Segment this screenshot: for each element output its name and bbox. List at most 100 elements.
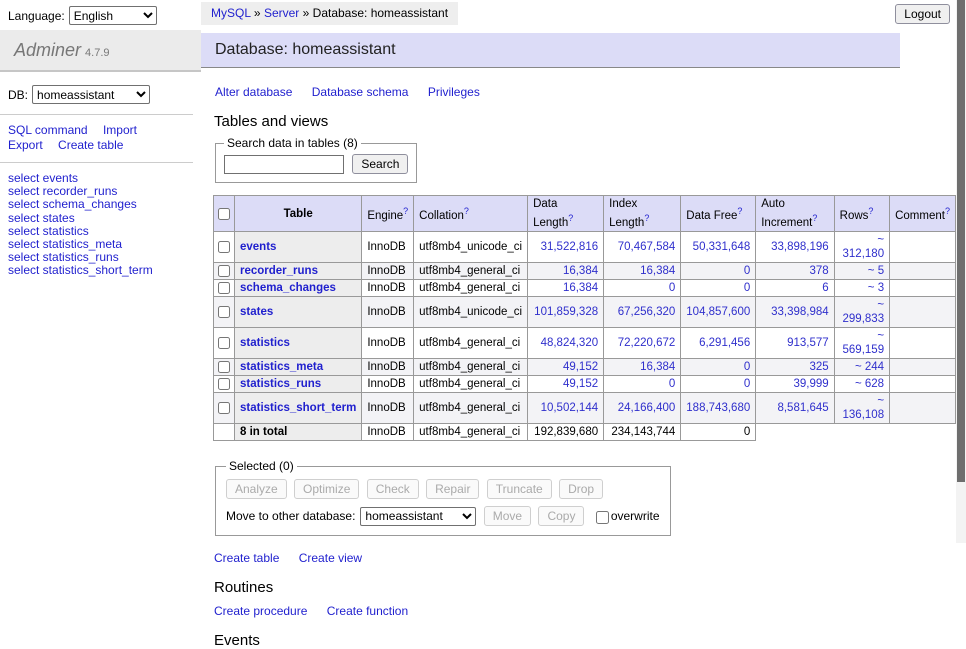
tables-overview-table: TableEngine?Collation?Data Length?Index … (213, 195, 956, 441)
cell-engine: InnoDB (362, 393, 414, 424)
col-header-table: Table (235, 196, 362, 232)
cell-rows: ~ 3 (834, 280, 889, 297)
row-checkbox[interactable] (218, 402, 230, 414)
help-link[interactable]: ? (403, 206, 408, 216)
table-row: schema_changesInnoDButf8mb4_general_ci16… (214, 280, 956, 297)
table-name-cell: statistics (235, 328, 362, 359)
sidebar-select-statistics-meta-link[interactable]: select statistics_meta (8, 237, 122, 251)
row-checkbox-cell (214, 328, 235, 359)
row-checkbox[interactable] (218, 241, 230, 253)
cell-data-free: 104,857,600 (681, 297, 756, 328)
help-link[interactable]: ? (644, 213, 649, 223)
sidebar-sql-command-link[interactable]: SQL command (8, 123, 88, 137)
sidebar-select-recorder-runs-link[interactable]: select recorder_runs (8, 184, 117, 198)
create-table-link[interactable]: Create table (214, 551, 279, 565)
row-checkbox[interactable] (218, 378, 230, 390)
help-link[interactable]: ? (737, 206, 742, 216)
row-checkbox-cell (214, 393, 235, 424)
row-checkbox-cell (214, 297, 235, 328)
select-all-checkbox[interactable] (218, 208, 230, 220)
sidebar-select-statistics-short-term-link[interactable]: select statistics_short_term (8, 263, 153, 277)
create-function-link[interactable]: Create function (327, 604, 408, 618)
cell-index-length: 72,220,672 (604, 328, 681, 359)
table-name-link[interactable]: schema_changes (240, 282, 336, 294)
cell-comment (890, 280, 956, 297)
table-name-link[interactable]: events (240, 241, 276, 253)
cell-comment (890, 376, 956, 393)
row-checkbox[interactable] (218, 282, 230, 294)
overwrite-checkbox[interactable] (596, 511, 609, 524)
table-name-link[interactable]: statistics_runs (240, 378, 321, 390)
row-checkbox[interactable] (218, 337, 230, 349)
search-fieldset: Search data in tables (8) Search (215, 136, 417, 183)
page-title: Database: homeassistant (201, 33, 900, 68)
database-schema-link[interactable]: Database schema (312, 85, 409, 99)
table-name-link[interactable]: states (240, 306, 273, 318)
cell-data-free: 188,743,680 (681, 393, 756, 424)
row-checkbox[interactable] (218, 306, 230, 318)
move-row: Move to other database: homeassistant Mo… (226, 506, 660, 526)
routines-heading: Routines (214, 579, 956, 596)
breadcrumb-mysql-link[interactable]: MySQL (211, 6, 251, 20)
cell-collation: utf8mb4_unicode_ci (414, 297, 528, 328)
vertical-scrollbar[interactable] (956, 0, 966, 543)
create-procedure-link[interactable]: Create procedure (214, 604, 307, 618)
sidebar-export-link[interactable]: Export (8, 138, 43, 152)
search-button[interactable]: Search (352, 154, 408, 174)
database-nav-links: Alter database Database schema Privilege… (215, 85, 956, 99)
scrollbar-thumb[interactable] (957, 0, 965, 482)
total-engine: InnoDB (362, 424, 414, 441)
row-checkbox[interactable] (218, 265, 230, 277)
search-legend: Search data in tables (8) (224, 136, 361, 150)
table-name-link[interactable]: statistics (240, 337, 290, 349)
main-content: MySQL » Server » Database: homeassistant… (201, 0, 956, 649)
help-link[interactable]: ? (568, 213, 573, 223)
sidebar-select-states-link[interactable]: select states (8, 211, 75, 225)
cell-data-length: 49,152 (528, 359, 604, 376)
sidebar-import-link[interactable]: Import (103, 123, 137, 137)
total-data-length: 192,839,680 (528, 424, 604, 441)
create-view-link[interactable]: Create view (299, 551, 362, 565)
cell-engine: InnoDB (362, 263, 414, 280)
drop-button: Drop (559, 479, 603, 499)
help-link[interactable]: ? (945, 206, 950, 216)
selected-legend: Selected (0) (226, 459, 297, 473)
cell-data-length: 16,384 (528, 263, 604, 280)
breadcrumb-server-link[interactable]: Server (264, 6, 299, 20)
cell-data-free: 50,331,648 (681, 232, 756, 263)
table-name-link[interactable]: recorder_runs (240, 265, 318, 277)
table-row: statistics_short_termInnoDButf8mb4_gener… (214, 393, 956, 424)
total-collation: utf8mb4_general_ci (414, 424, 528, 441)
sidebar-select-events-link[interactable]: select events (8, 171, 78, 185)
cell-rows: ~ 628 (834, 376, 889, 393)
move-db-select[interactable]: homeassistant (360, 507, 476, 526)
cell-auto-increment: 325 (756, 359, 834, 376)
cell-collation: utf8mb4_general_ci (414, 263, 528, 280)
table-name-link[interactable]: statistics_short_term (240, 402, 356, 414)
alter-database-link[interactable]: Alter database (215, 85, 292, 99)
select-all-cell (214, 196, 235, 232)
cell-comment (890, 393, 956, 424)
cell-collation: utf8mb4_unicode_ci (414, 232, 528, 263)
help-link[interactable]: ? (868, 206, 873, 216)
table-name-link[interactable]: statistics_meta (240, 361, 323, 373)
help-link[interactable]: ? (464, 206, 469, 216)
table-row: statistics_metaInnoDButf8mb4_general_ci4… (214, 359, 956, 376)
row-checkbox[interactable] (218, 361, 230, 373)
cell-engine: InnoDB (362, 297, 414, 328)
privileges-link[interactable]: Privileges (428, 85, 480, 99)
table-row: statesInnoDButf8mb4_unicode_ci101,859,32… (214, 297, 956, 328)
sidebar-select-statistics-link[interactable]: select statistics (8, 224, 89, 238)
search-input[interactable] (224, 155, 344, 174)
cell-comment (890, 232, 956, 263)
db-select[interactable]: homeassistant (32, 85, 150, 104)
col-header-engine: Engine? (362, 196, 414, 232)
sidebar-create-table-link[interactable]: Create table (58, 138, 123, 152)
cell-comment (890, 328, 956, 359)
repair-button: Repair (426, 479, 479, 499)
sidebar-select-statistics-runs-link[interactable]: select statistics_runs (8, 250, 119, 264)
help-link[interactable]: ? (812, 213, 817, 223)
overwrite-label: overwrite (611, 509, 660, 523)
sidebar-select-schema-changes-link[interactable]: select schema_changes (8, 197, 137, 211)
cell-engine: InnoDB (362, 232, 414, 263)
